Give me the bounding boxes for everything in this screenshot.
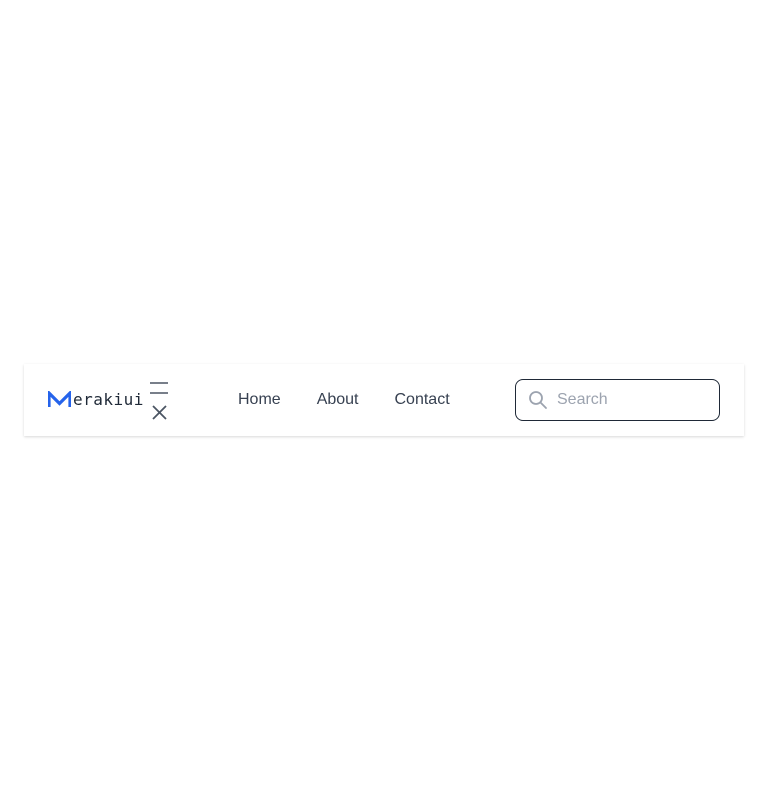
- close-icon[interactable]: [151, 404, 168, 421]
- menu-icon[interactable]: [150, 382, 170, 394]
- brand-name: erakiui: [73, 390, 144, 409]
- nav-link-about[interactable]: About: [317, 390, 359, 410]
- navbar: erakiui Home About Contact: [24, 364, 744, 436]
- nav-link-contact[interactable]: Contact: [395, 390, 450, 410]
- nav-links: Home About Contact: [238, 364, 486, 436]
- brand-logo-link[interactable]: erakiui: [48, 390, 144, 408]
- merakiui-logo-icon: [48, 391, 71, 407]
- search-icon: [529, 391, 547, 409]
- search-box[interactable]: [515, 379, 720, 421]
- menu-toggle-group: [150, 382, 170, 422]
- search-input[interactable]: [557, 391, 707, 409]
- nav-link-home[interactable]: Home: [238, 390, 281, 410]
